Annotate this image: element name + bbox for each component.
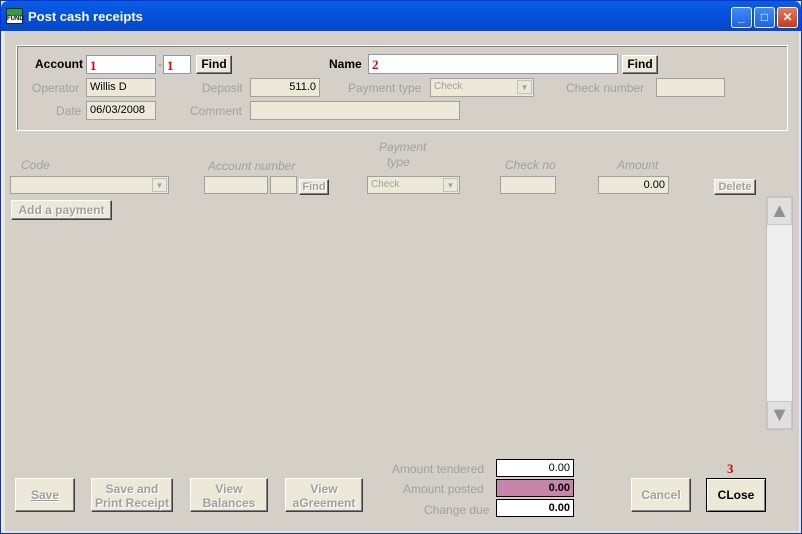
payment-type-label: Payment type <box>348 81 422 95</box>
close-button[interactable]: CLose <box>706 478 766 512</box>
operator-label: Operator <box>32 81 80 95</box>
check-no-field <box>500 176 556 194</box>
save-button: Save <box>15 478 75 512</box>
account-number-field <box>204 176 268 194</box>
app-icon: FUND <box>6 8 24 24</box>
name-find-button[interactable]: Find <box>622 55 658 74</box>
code-column-label: Code <box>21 158 50 172</box>
account-number-column-label: Account number <box>208 159 296 173</box>
form-body: Account 1 - 1 Find Name 2 Find Operator … <box>5 31 799 531</box>
window-title: Post cash receipts <box>28 9 143 24</box>
account-input[interactable]: 1 <box>86 55 156 74</box>
view-balances-button: View Balances <box>190 478 268 512</box>
payments-scrollbar[interactable]: ▲ ▼ <box>766 196 793 430</box>
name-label: Name <box>329 57 362 71</box>
maximize-icon[interactable]: □ <box>754 7 775 28</box>
payment-type-column-label-line2: type <box>387 155 410 169</box>
scroll-up-icon[interactable]: ▲ <box>767 197 792 225</box>
chevron-down-icon: ▼ <box>152 178 167 192</box>
operator-field: Willis D <box>86 78 156 97</box>
save-and-print-receipt-button: Save and Print Receipt <box>91 478 173 512</box>
change-due-field: 0.00 <box>496 499 574 517</box>
amount-posted-label: Amount posted <box>403 482 484 496</box>
post-cash-receipts-window: FUND Post cash receipts _ □ ✕ Account 1 … <box>0 0 802 534</box>
date-label: Date <box>56 104 82 118</box>
check-number-label: Check number <box>566 81 645 95</box>
minimize-icon[interactable]: _ <box>731 7 752 28</box>
amount-posted-field: 0.00 <box>496 479 574 497</box>
deposit-field: 511.0 <box>250 78 320 97</box>
name-input[interactable]: 2 <box>368 54 618 74</box>
view-agreement-button: View aGreement <box>285 478 363 512</box>
close-window-icon[interactable]: ✕ <box>777 7 798 28</box>
delete-button: Delete <box>714 179 756 195</box>
payment-type-column-label: Payment <box>379 140 427 154</box>
check-number-field <box>656 78 725 97</box>
grid-payment-type-select: Check ▼ <box>367 176 460 194</box>
deposit-label: Deposit <box>202 81 243 95</box>
grid-find-button: Find <box>299 179 329 195</box>
comment-label: Comment <box>190 104 243 118</box>
account-find-button[interactable]: Find <box>196 55 232 74</box>
title-bar: FUND Post cash receipts _ □ ✕ <box>1 1 801 31</box>
code-select: ▼ <box>10 176 169 194</box>
account-suffix-input[interactable]: 1 <box>163 55 191 74</box>
scroll-down-icon[interactable]: ▼ <box>767 401 792 429</box>
account-number-suffix-field <box>270 176 297 194</box>
cancel-button: Cancel <box>631 478 691 512</box>
comment-field <box>250 101 460 120</box>
amount-tendered-field[interactable]: 0.00 <box>496 459 574 477</box>
payment-type-select: Check ▼ <box>430 78 534 97</box>
change-due-label: Change due <box>424 503 490 517</box>
amount-tendered-label: Amount tendered <box>392 462 485 476</box>
amount-field: 0.00 <box>598 176 669 194</box>
close-marker: 3 <box>727 461 734 476</box>
date-field: 06/03/2008 <box>86 101 156 120</box>
chevron-down-icon: ▼ <box>443 178 458 192</box>
check-no-column-label: Check no <box>505 158 556 172</box>
account-label: Account <box>35 57 83 71</box>
account-dash: - <box>158 57 162 71</box>
add-payment-button: Add a payment <box>11 200 112 220</box>
chevron-down-icon: ▼ <box>517 80 532 94</box>
amount-column-label: Amount <box>617 158 659 172</box>
